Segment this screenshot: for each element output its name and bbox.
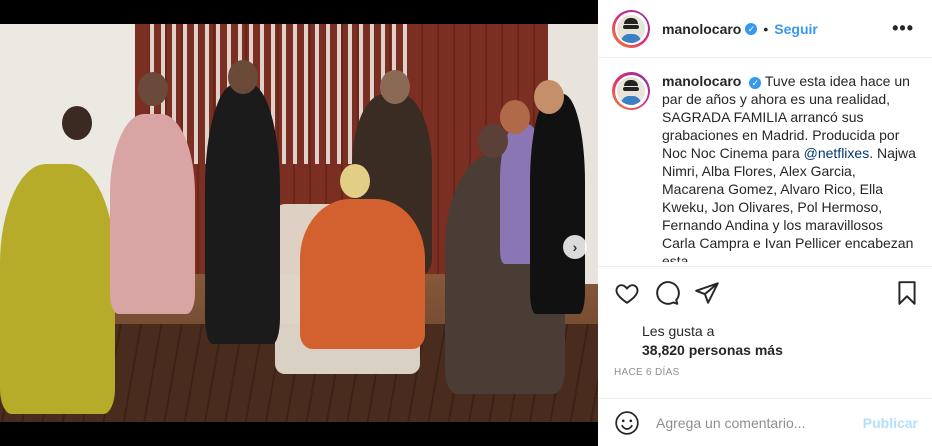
post-side-panel: manolocaro ✓ • Seguir ••• manolocaro ✓ T… <box>598 0 932 446</box>
photo-person <box>530 94 585 314</box>
post-photo[interactable]: › <box>0 24 598 422</box>
comment-bar: Agrega un comentario... Publicar <box>598 398 932 446</box>
follow-button[interactable]: Seguir <box>774 21 818 37</box>
photo-head <box>228 60 258 94</box>
action-bar <box>614 280 920 306</box>
likes-label: Les gusta a <box>642 323 715 339</box>
comment-input[interactable]: Agrega un comentario... <box>656 415 863 431</box>
post-timestamp[interactable]: HACE 6 DÍAS <box>614 367 680 378</box>
photo-head <box>534 80 564 114</box>
avatar-shirt <box>621 96 641 105</box>
comment-icon[interactable] <box>654 280 680 306</box>
post-caption: manolocaro ✓ Tuve esta idea hace un par … <box>612 72 920 262</box>
avatar-image <box>617 77 645 105</box>
post-header: manolocaro ✓ • Seguir ••• <box>598 0 932 58</box>
avatar-hair <box>624 17 638 24</box>
photo-person <box>0 164 115 414</box>
avatar-hair <box>624 80 638 86</box>
avatar-glasses <box>623 24 639 29</box>
avatar-image <box>617 14 645 43</box>
chevron-right-icon[interactable]: › <box>563 235 587 259</box>
avatar-shirt <box>621 33 641 43</box>
emoji-icon[interactable] <box>614 410 640 436</box>
avatar-ring <box>614 12 648 45</box>
caption-text: manolocaro ✓ Tuve esta idea hace un par … <box>662 72 920 262</box>
photo-head <box>62 106 92 140</box>
bookmark-icon[interactable] <box>894 280 920 306</box>
avatar[interactable] <box>612 9 650 48</box>
likes-count[interactable]: 38,820 personas más <box>642 342 783 358</box>
caption-avatar[interactable] <box>612 72 650 110</box>
caption-mention-link[interactable]: @netflixes <box>804 145 870 161</box>
photo-person <box>205 84 280 344</box>
caption-body-2: . Najwa Nimri, Alba Flores, Alex Garcia,… <box>662 145 916 262</box>
separator-dot: • <box>763 20 769 37</box>
photo-head <box>500 100 530 134</box>
author-username[interactable]: manolocaro <box>662 21 741 37</box>
verified-icon: ✓ <box>749 77 762 89</box>
photo-head <box>138 72 168 106</box>
publish-button[interactable]: Publicar <box>863 415 918 431</box>
photo-head <box>380 70 410 104</box>
more-options-icon[interactable]: ••• <box>892 18 914 39</box>
avatar-glasses <box>623 87 639 91</box>
heart-icon[interactable] <box>614 280 640 306</box>
share-icon[interactable] <box>694 280 720 306</box>
caption-username[interactable]: manolocaro <box>662 73 741 89</box>
avatar-ring <box>614 74 648 108</box>
verified-icon: ✓ <box>745 22 758 35</box>
photo-person <box>110 114 195 314</box>
photo-person <box>300 199 425 349</box>
photo-head <box>340 164 370 198</box>
instagram-post-view: › manolocaro ✓ • Seguir ••• manolocaro ✓… <box>0 0 932 446</box>
divider <box>598 266 932 267</box>
